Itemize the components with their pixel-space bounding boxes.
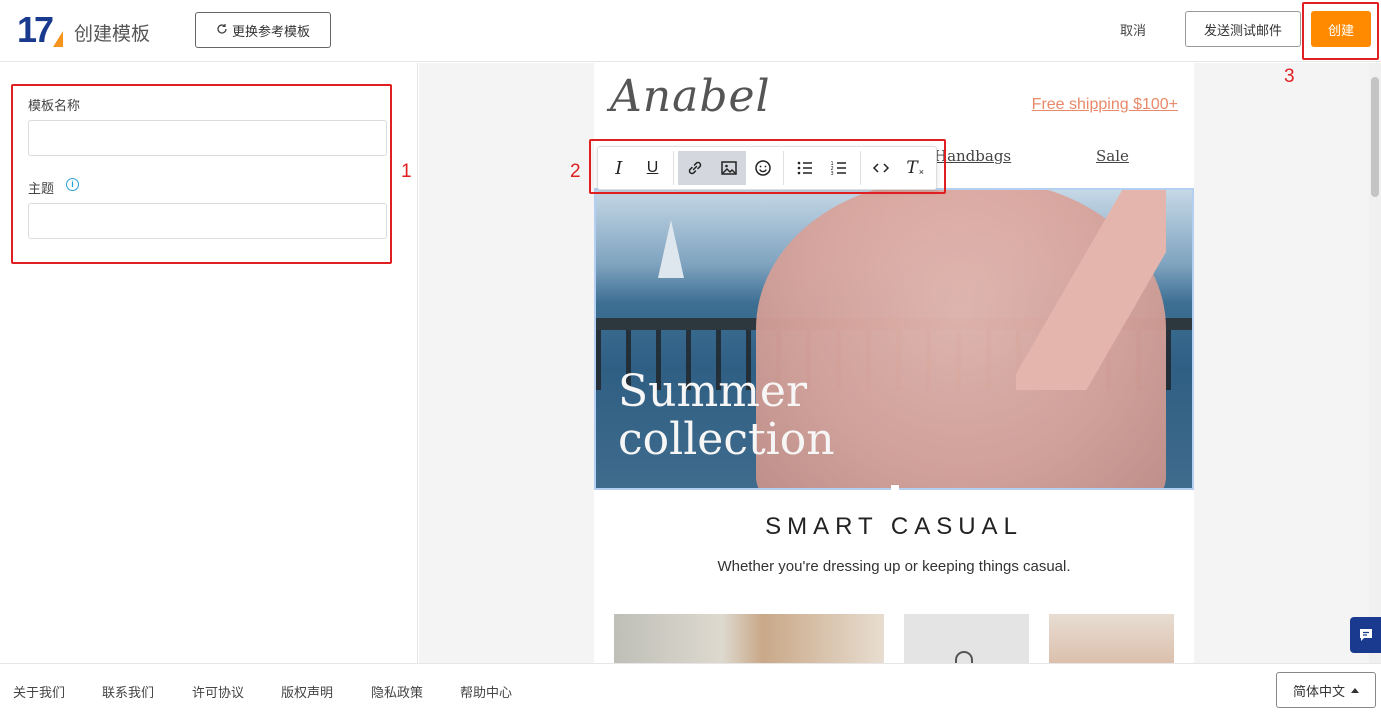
language-label: 简体中文 (1292, 683, 1345, 699)
email-brand-logo[interactable]: Anabel (610, 71, 771, 122)
send-test-email-button[interactable]: 发送测试邮件 (1185, 11, 1301, 47)
language-select[interactable]: 简体中文 (1276, 672, 1376, 708)
logo-text: 17 (17, 9, 54, 50)
arm-shape (1016, 190, 1166, 390)
footer-link-help[interactable]: 帮助中心 (460, 682, 512, 701)
footer-link-contact[interactable]: 联系我们 (102, 682, 154, 701)
annotation-box-3 (1302, 2, 1379, 60)
top-bar: 17 创建模板 更换参考模板 取消 发送测试邮件 创建 (0, 0, 1381, 62)
footer-link-license[interactable]: 许可协议 (192, 682, 244, 701)
annotation-marker-2: 2 (570, 161, 581, 182)
scrollbar-thumb[interactable] (1371, 77, 1379, 197)
hero-line-2: collection (618, 414, 835, 465)
hero-line-1: Summer (618, 366, 807, 417)
annotation-marker-1: 1 (401, 161, 412, 182)
resize-handle[interactable] (891, 485, 899, 493)
product-image-1[interactable] (614, 614, 884, 663)
canvas-scrollbar[interactable] (1369, 63, 1381, 663)
hero-headline[interactable]: Summer collection (618, 368, 835, 464)
page-title: 创建模板 (74, 24, 151, 45)
footer-link-privacy[interactable]: 隐私政策 (371, 682, 423, 701)
footer-link-copyright[interactable]: 版权声明 (281, 682, 333, 701)
refresh-icon (216, 23, 228, 38)
annotation-box-2 (589, 139, 946, 194)
footer-link-about[interactable]: 关于我们 (13, 682, 65, 701)
product-image-3[interactable] (1049, 614, 1174, 663)
chat-icon[interactable] (1350, 617, 1381, 653)
section-subtitle[interactable]: Whether you're dressing up or keeping th… (594, 558, 1194, 575)
brand-logo[interactable]: 17 (17, 9, 65, 50)
cancel-button[interactable]: 取消 (1120, 20, 1146, 39)
product-image-2[interactable] (904, 614, 1029, 663)
switch-template-button[interactable]: 更换参考模板 (195, 12, 331, 48)
caret-up-icon (1351, 687, 1359, 693)
switch-template-label: 更换参考模板 (231, 23, 310, 39)
shipping-link[interactable]: Free shipping $100+ (1032, 96, 1178, 114)
logo-accent (53, 31, 63, 47)
nav-link-sale[interactable]: Sale (1096, 147, 1129, 165)
sailboat-shape (658, 220, 684, 278)
hero-image[interactable]: Summer collection (594, 188, 1194, 490)
annotation-box-1 (11, 84, 392, 264)
section-title[interactable]: SMART CASUAL (594, 513, 1194, 541)
footer: 关于我们 联系我们 许可协议 版权声明 隐私政策 帮助中心 简体中文 (0, 663, 1381, 714)
annotation-marker-3: 3 (1284, 66, 1295, 87)
